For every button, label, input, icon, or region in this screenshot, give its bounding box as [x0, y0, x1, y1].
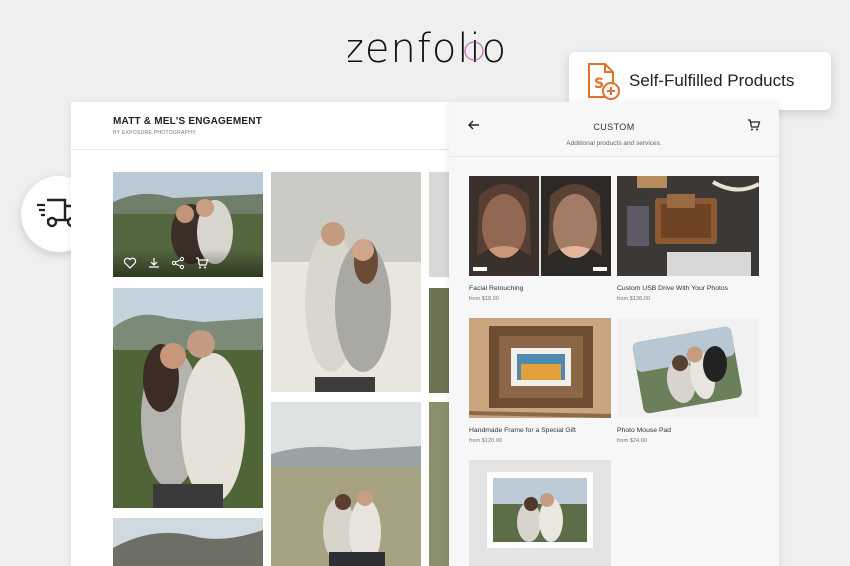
gallery-subtitle: BY EXPOSURE PHOTOGRAPHY	[113, 130, 196, 136]
product-card[interactable]: Facial Retouching from $18.00	[469, 176, 611, 302]
product-name: Photo Mouse Pad	[617, 427, 672, 434]
gallery-photo[interactable]	[113, 288, 263, 508]
product-card[interactable]	[469, 460, 611, 566]
gallery-panel: MATT & MEL'S ENGAGEMENT BY EXPOSURE PHOT…	[71, 102, 451, 566]
product-name: Facial Retouching	[469, 285, 524, 292]
heart-icon[interactable]	[123, 256, 137, 270]
gallery-photo[interactable]	[429, 402, 451, 566]
gallery-photo[interactable]	[429, 288, 451, 393]
custom-title: CUSTOM	[593, 122, 635, 132]
photo-action-bar	[113, 249, 263, 277]
gallery-photo[interactable]	[113, 172, 263, 277]
share-icon[interactable]	[171, 256, 185, 270]
product-card[interactable]: Photo Mouse Pad from $24.00	[617, 318, 759, 444]
logo-text: zenfolio	[348, 26, 503, 72]
product-price: from $24.00	[617, 438, 647, 444]
custom-products-panel: CUSTOM Additional products and services.…	[449, 102, 779, 566]
product-price: from $136.00	[617, 296, 650, 302]
product-image	[617, 318, 759, 418]
gallery-title: MATT & MEL'S ENGAGEMENT	[113, 116, 263, 127]
product-name: Custom USB Drive With Your Photos	[617, 285, 729, 292]
product-card[interactable]: Custom USB Drive With Your Photos from $…	[617, 176, 759, 302]
gallery-header: MATT & MEL'S ENGAGEMENT BY EXPOSURE PHOT…	[71, 102, 451, 150]
product-price: from $18.00	[469, 296, 499, 302]
product-card[interactable]: Handmade Frame for a Special Gift from $…	[469, 318, 611, 444]
self-fulfilled-label: Self-Fulfilled Products	[629, 71, 795, 90]
gallery-photo[interactable]	[271, 172, 421, 392]
cart-icon[interactable]	[747, 118, 761, 132]
product-image	[617, 176, 759, 276]
custom-header: CUSTOM Additional products and services.	[449, 102, 779, 157]
cart-icon[interactable]	[195, 256, 209, 270]
product-image	[469, 318, 611, 418]
gallery-photo[interactable]	[429, 172, 451, 277]
zenfolio-logo: zenfolio	[343, 18, 506, 78]
product-name: Handmade Frame for a Special Gift	[469, 427, 576, 434]
document-plus-icon: S	[581, 61, 621, 101]
gallery-photo[interactable]	[271, 402, 421, 566]
product-price: from $120.00	[469, 438, 502, 444]
product-image	[469, 460, 611, 566]
download-icon[interactable]	[147, 256, 161, 270]
custom-subtitle: Additional products and services.	[566, 140, 662, 147]
product-image	[469, 176, 611, 276]
gallery-photo[interactable]	[113, 518, 263, 566]
